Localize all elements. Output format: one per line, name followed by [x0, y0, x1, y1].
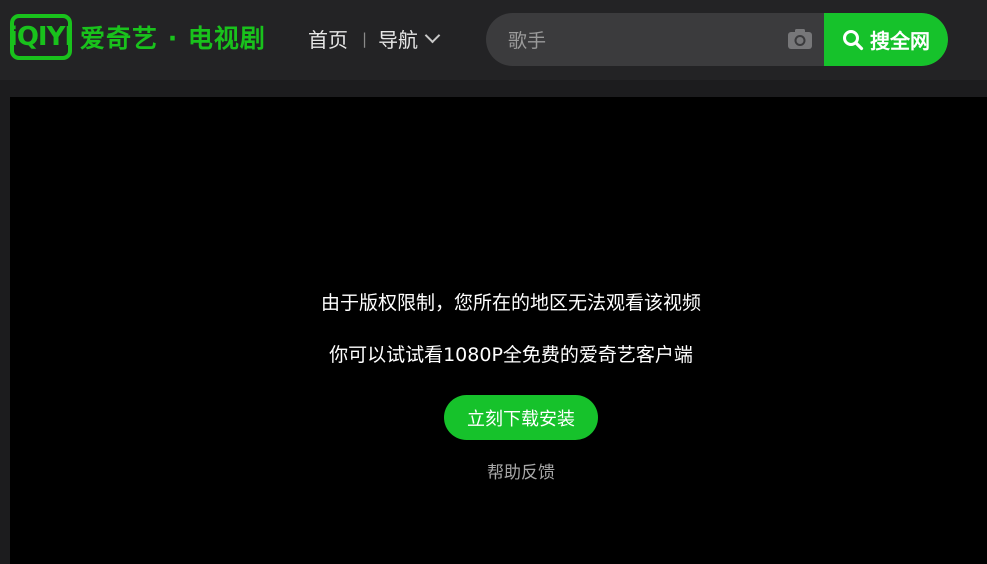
top-navigation-bar: iQIYI 爱奇艺 · 电视剧 首页 | 导航 搜全网 — [0, 0, 987, 80]
search-bar: 搜全网 — [486, 13, 948, 66]
video-player-area — [10, 97, 987, 564]
camera-icon[interactable] — [787, 27, 813, 51]
search-all-button[interactable]: 搜全网 — [824, 13, 948, 66]
help-feedback-link[interactable]: 帮助反馈 — [0, 458, 987, 483]
chevron-down-icon[interactable] — [424, 27, 441, 44]
channel-title: 爱奇艺 · 电视剧 — [80, 24, 266, 53]
iqiyi-logo-mark: iQIYI — [9, 14, 74, 60]
copyright-restriction-message: 由于版权限制，您所在的地区无法观看该视频 — [320, 292, 701, 314]
client-suggestion-message: 你可以试试看1080P全免费的爱奇艺客户端 — [329, 344, 693, 366]
search-icon — [843, 29, 864, 50]
iqiyi-logo[interactable]: iQIYI 爱奇艺 · 电视剧 — [9, 12, 266, 62]
nav-home-link[interactable]: 首页 — [308, 24, 348, 53]
main-nav: 首页 | 导航 — [308, 24, 441, 53]
nav-separator: | — [362, 29, 368, 48]
download-install-button[interactable]: 立刻下载安装 — [444, 395, 598, 440]
search-input[interactable] — [506, 13, 790, 66]
search-all-label: 搜全网 — [870, 29, 930, 53]
nav-guide-menu[interactable]: 导航 — [378, 24, 418, 53]
